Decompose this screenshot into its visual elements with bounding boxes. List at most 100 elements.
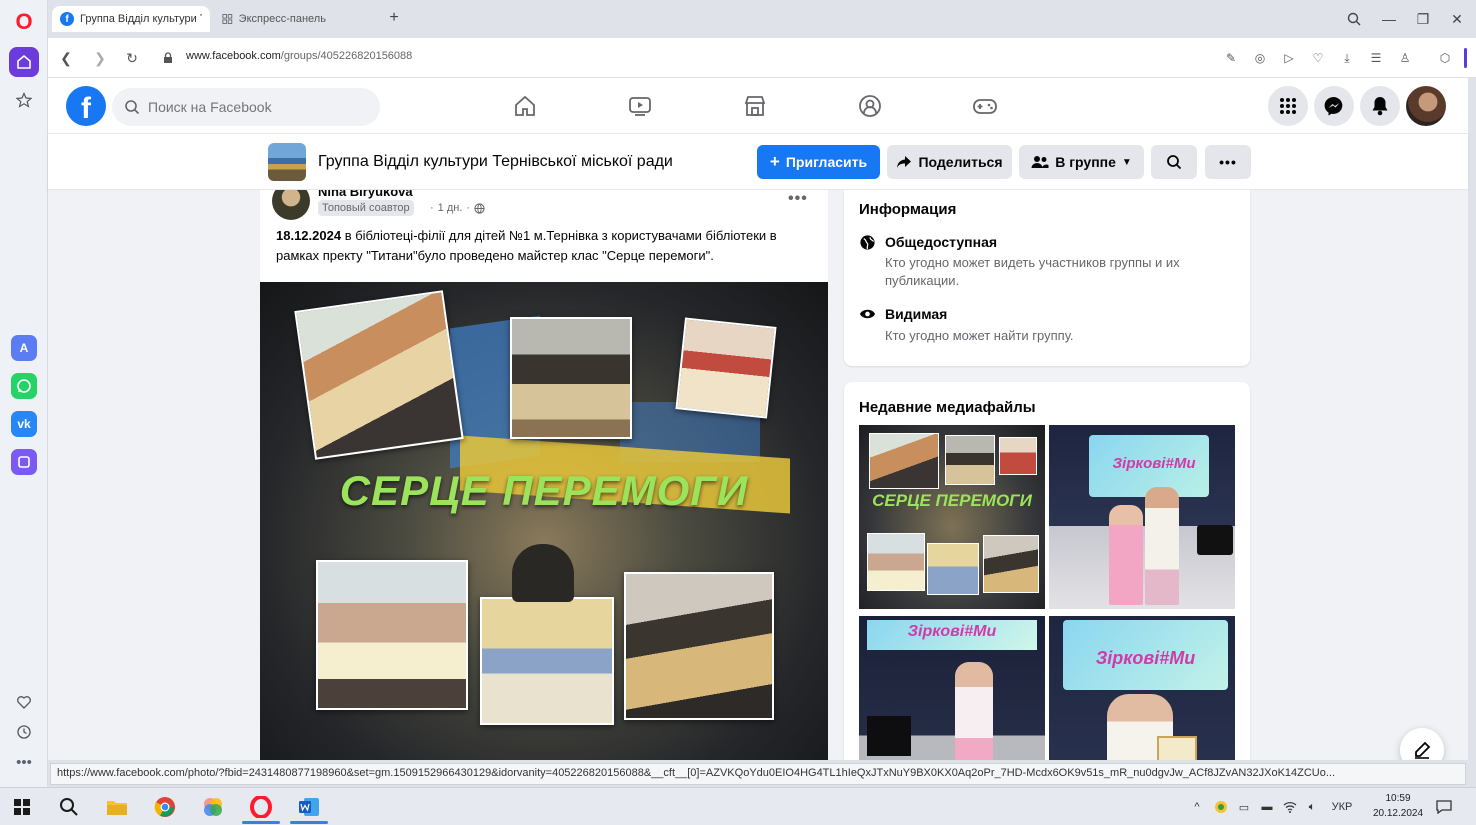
tray-app-icon[interactable]: [1212, 799, 1230, 815]
groups-nav-icon[interactable]: [855, 92, 885, 120]
restore-icon[interactable]: ❐: [1412, 8, 1434, 30]
search-input[interactable]: [148, 99, 368, 115]
group-header-bar: Группа Відділ культури Тернівської міськ…: [48, 134, 1468, 190]
marketplace-nav-icon[interactable]: [740, 92, 770, 120]
opera-logo-icon[interactable]: O: [14, 10, 34, 34]
more-dots-icon[interactable]: •••: [14, 752, 34, 772]
download-icon[interactable]: ⤓: [1338, 49, 1356, 67]
media-thumbnail[interactable]: Зіркові#Ми: [859, 616, 1045, 760]
post-poster-image[interactable]: СЕРЦЕ ПЕРЕМОГИ: [260, 282, 828, 760]
bookmarks-star-icon[interactable]: [12, 88, 36, 112]
media-thumbnail[interactable]: Зіркові#Ми: [1049, 425, 1235, 609]
send-icon[interactable]: ▷: [1280, 49, 1298, 67]
camera-icon[interactable]: ◎: [1251, 49, 1269, 67]
search-icon[interactable]: [55, 794, 83, 820]
globe-icon: [858, 233, 876, 251]
visible-desc: Кто угодно может найти группу.: [885, 328, 1074, 343]
visible-title: Видимая: [885, 306, 948, 322]
history-clock-icon[interactable]: [14, 722, 34, 742]
media-tile-text: Зіркові#Ми: [907, 623, 997, 640]
windows-start-icon[interactable]: [8, 794, 36, 820]
search-tabs-icon[interactable]: [1343, 8, 1365, 30]
post-options-icon[interactable]: •••: [788, 190, 808, 208]
word-icon[interactable]: [295, 794, 323, 820]
notification-center-icon[interactable]: [1434, 799, 1454, 815]
monitor-icon[interactable]: ▬: [1258, 799, 1276, 815]
chrome-icon[interactable]: [151, 794, 179, 820]
favorite-heart-icon[interactable]: ♡: [1309, 49, 1327, 67]
gaming-nav-icon[interactable]: [970, 92, 1000, 120]
notifications-bell-icon[interactable]: [1360, 86, 1400, 126]
network-icon[interactable]: [1282, 799, 1298, 815]
url-text[interactable]: www.facebook.com/groups/405226820156088: [186, 50, 412, 62]
vk-icon[interactable]: vk: [11, 411, 37, 437]
media-tile-text: СЕРЦЕ ПЕРЕМОГИ: [872, 491, 1032, 510]
group-thumbnail[interactable]: [268, 143, 306, 181]
media-thumbnail[interactable]: Зіркові#Ми: [1049, 616, 1235, 760]
group-name[interactable]: Группа Відділ культури Тернівської міськ…: [318, 153, 673, 171]
profile-icon[interactable]: ♙: [1396, 49, 1414, 67]
forward-icon[interactable]: ❯: [90, 48, 110, 68]
meta-dot: ·: [430, 202, 434, 214]
close-icon[interactable]: ✕: [1446, 8, 1468, 30]
media-tile-text: Зіркові#Ми: [1112, 455, 1196, 472]
menu-grid-icon[interactable]: [1268, 86, 1308, 126]
tab-express-panel[interactable]: Экспресс-панель: [214, 6, 364, 32]
group-search-button[interactable]: [1151, 145, 1197, 179]
top-contributor-badge[interactable]: Топовый соавтор: [318, 200, 414, 216]
group-info-card: Информация Общедоступная Кто угодно може…: [844, 190, 1250, 366]
link-preview-url: https://www.facebook.com/photo/?fbid=243…: [50, 763, 1466, 785]
heart-icon[interactable]: [14, 692, 34, 712]
clock-date: 20.12.2024: [1372, 808, 1424, 819]
media-card-title: Недавние медиафайлы: [859, 399, 1036, 416]
facebook-search-box[interactable]: [112, 88, 380, 126]
new-tab-plus-icon[interactable]: +: [384, 9, 404, 27]
home-nav-icon[interactable]: [510, 92, 540, 120]
more-options-button[interactable]: •••: [1205, 145, 1251, 179]
membership-dropdown-button[interactable]: В группе ▼: [1019, 145, 1144, 179]
profile-avatar[interactable]: [1406, 86, 1446, 126]
reload-icon[interactable]: ↻: [122, 48, 142, 68]
player-app-icon[interactable]: [11, 449, 37, 475]
facebook-logo-icon[interactable]: f: [66, 86, 106, 126]
soldier-silhouette: [512, 544, 574, 602]
new-message-button[interactable]: [1400, 728, 1444, 760]
membership-label: В группе: [1055, 154, 1116, 170]
language-indicator[interactable]: УКР: [1327, 799, 1357, 815]
battery-icon[interactable]: ▭: [1236, 799, 1252, 815]
globe-icon: [474, 202, 485, 214]
post-text: 18.12.2024 в бібліотеці-філії для дітей …: [276, 226, 821, 266]
messenger-icon[interactable]: [1314, 86, 1354, 126]
share-button[interactable]: Поделиться: [887, 145, 1012, 179]
active-app-indicator: [290, 821, 328, 824]
post-text-date: 18.12.2024: [276, 228, 342, 243]
opera-taskbar-icon[interactable]: [247, 794, 275, 820]
edit-page-icon[interactable]: ✎: [1222, 49, 1240, 67]
extensions-cube-icon[interactable]: ⬡: [1436, 49, 1454, 67]
tray-expand-icon[interactable]: ^: [1189, 799, 1205, 815]
volume-icon[interactable]: 🔈︎: [1304, 799, 1320, 815]
post-author[interactable]: Nina Biryukova: [318, 190, 413, 199]
easy-setup-icon[interactable]: ☰: [1367, 49, 1385, 67]
post-time[interactable]: 1 дн.: [438, 202, 463, 214]
tab-facebook-group[interactable]: f Группа Відділ культури Те: [52, 6, 210, 32]
media-thumbnail[interactable]: СЕРЦЕ ПЕРЕМОГИ: [859, 425, 1045, 609]
author-avatar[interactable]: [272, 190, 310, 220]
search-icon: [1167, 155, 1182, 170]
invite-button[interactable]: + Пригласить: [757, 145, 880, 179]
video-nav-icon[interactable]: [625, 92, 655, 120]
url-path: /groups/405226820156088: [280, 50, 413, 62]
poster-photo: [294, 290, 464, 460]
poster-photo: [316, 560, 468, 710]
whatsapp-icon[interactable]: [11, 373, 37, 399]
home-icon[interactable]: [9, 47, 39, 77]
file-explorer-icon[interactable]: [103, 794, 131, 820]
invite-label: Пригласить: [785, 154, 868, 170]
photos-app-icon[interactable]: [199, 794, 227, 820]
system-clock[interactable]: 10:59 20.12.2024: [1372, 791, 1424, 821]
minimize-icon[interactable]: —: [1378, 8, 1400, 30]
back-icon[interactable]: ❮: [56, 48, 76, 68]
grid-icon: [222, 14, 233, 24]
aria-app-icon[interactable]: A: [11, 335, 37, 361]
opera-sidebar: O A vk •••: [0, 0, 48, 790]
